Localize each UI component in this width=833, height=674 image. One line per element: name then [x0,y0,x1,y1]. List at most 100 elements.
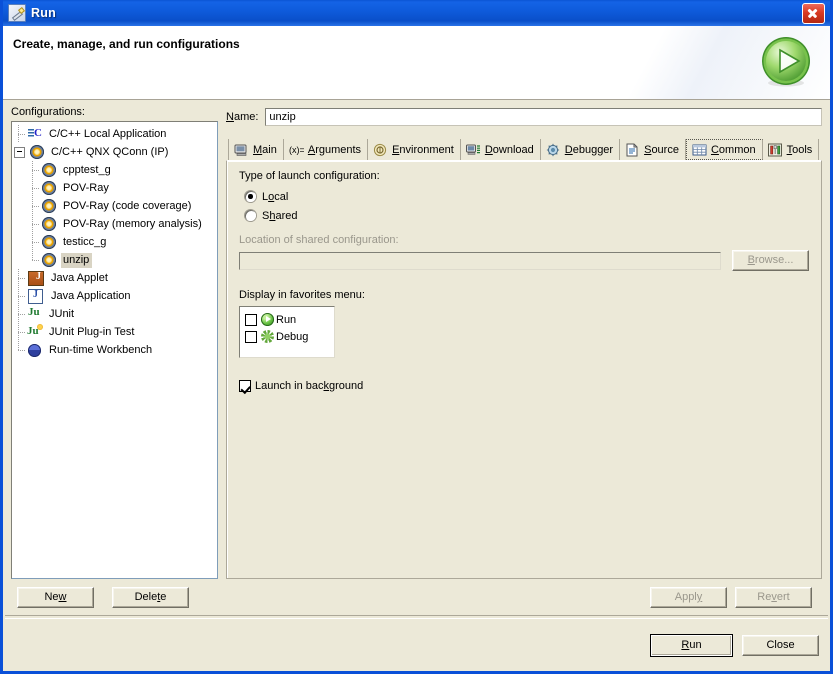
tree-item[interactable]: JUnit Plug-in Test [12,323,217,341]
download-icon [466,143,481,157]
tab-main[interactable]: Main [228,139,284,160]
radio-shared[interactable]: Shared [245,206,809,225]
tab-label: Debugger [565,144,613,156]
tab-label: Environment [392,144,454,156]
shared-location-input[interactable] [239,252,721,270]
computer-icon [234,143,249,157]
tree-item-label: testicc_g [61,235,109,250]
tree-item[interactable]: Run-time Workbench [12,341,217,359]
shared-location-row: Browse... [239,250,809,271]
tree-item[interactable]: Java Applet [12,269,217,287]
svg-text:(x)=: (x)= [289,145,304,155]
configurations-pane: Configurations: C/C++ Local ApplicationC… [11,106,218,579]
tab-label: Source [644,144,679,156]
tab-source[interactable]: Source [620,139,686,160]
qnx-gear-icon [42,235,56,249]
radio-local-indicator [245,191,256,202]
tree-collapse-toggle-icon[interactable] [14,147,25,158]
tree-item-label: JUnit Plug-in Test [47,325,137,340]
tree-item-label: POV-Ray [61,181,112,196]
tab-common[interactable]: Common [686,139,763,160]
tree-branch-line [14,287,27,305]
favorite-run-row[interactable]: Run [245,311,334,328]
tab-label: Common [711,144,756,156]
close-icon[interactable] [802,3,825,24]
radio-shared-indicator [245,210,256,221]
tab-environment[interactable]: Environment [368,139,461,160]
runtime-workbench-icon [28,344,41,357]
action-button-row: Run Close [3,619,830,671]
footer-button-row: New Delete Apply Revert [3,579,830,611]
close-button[interactable]: Close [742,635,819,656]
tree-item[interactable]: POV-Ray (memory analysis) [12,215,217,233]
run-dialog-window: Run Create, manage, and run configuratio… [0,0,833,674]
environment-icon [373,143,388,157]
tree-branch-line [28,251,41,269]
delete-button[interactable]: Delete [112,587,189,608]
tree-item[interactable]: unzip [12,251,217,269]
new-button[interactable]: New [17,587,94,608]
tree-item[interactable]: POV-Ray (code coverage) [12,197,217,215]
launch-in-background-checkbox[interactable] [239,380,251,392]
tree-item[interactable]: cpptest_g [12,161,217,179]
qnx-gear-icon [42,253,56,267]
radio-local[interactable]: Local [245,187,809,206]
favorites-list[interactable]: Run Debug [239,306,335,358]
tree-item[interactable]: POV-Ray [12,179,217,197]
launch-in-background-label: Launch in background [255,380,363,392]
run-button[interactable]: Run [650,634,733,657]
configurations-label: Configurations: [11,106,218,118]
radio-shared-label: Shared [262,210,298,222]
tree-branch-line [28,161,41,179]
tree-branch-line [14,125,27,143]
tree-item-label: Run-time Workbench [47,343,155,358]
qnx-gear-icon [42,163,56,177]
shared-location-label: Location of shared configuration: [239,234,809,246]
tree-item-label: unzip [61,253,92,268]
apply-button[interactable]: Apply [650,587,727,608]
tab-label: Arguments [308,144,361,156]
launch-in-background-row[interactable]: Launch in background [239,380,809,392]
browse-button[interactable]: Browse... [732,250,809,271]
tree-item[interactable]: testicc_g [12,233,217,251]
tree-item-label: POV-Ray (memory analysis) [61,217,205,232]
revert-button[interactable]: Revert [735,587,812,608]
tree-item-label: C/C++ QNX QConn (IP) [49,145,171,160]
tree-branch-line [28,233,41,251]
favorites-label: Display in favorites menu: [239,289,809,301]
tab-download[interactable]: Download [461,139,541,160]
favorite-debug-row[interactable]: Debug [245,328,334,345]
run-config-wand-icon [8,4,26,22]
name-input[interactable] [265,108,822,126]
tree-item[interactable]: C/C++ QNX QConn (IP) [12,143,217,161]
configurations-tree[interactable]: C/C++ Local Application C/C++ QNX QConn (… [11,121,218,579]
tab-tools[interactable]: Tools [763,139,820,160]
tree-branch-line [14,341,27,359]
green-run-play-icon [760,36,812,88]
tree-item-label: POV-Ray (code coverage) [61,199,194,214]
tab-strip: Main (x)= Arguments Environment Download Debu… [226,137,822,160]
tab-label: Download [485,144,534,156]
tree-item[interactable]: JUnit [12,305,217,323]
tree-item[interactable]: C/C++ Local Application [12,125,217,143]
tab-folder: Main (x)= Arguments Environment Download Debu… [226,137,822,579]
junit-plugin-test-icon [27,324,43,340]
tab-arguments[interactable]: (x)= Arguments [284,139,368,160]
tree-item-label: Java Applet [49,271,111,286]
favorite-run-checkbox[interactable] [245,314,257,326]
favorite-debug-checkbox[interactable] [245,331,257,343]
name-label: Name: [226,111,258,123]
tree-item-label: JUnit [47,307,77,322]
tree-item-label: cpptest_g [61,163,114,178]
page-title: Create, manage, and run configurations [13,37,240,51]
tab-label: Main [253,144,277,156]
tab-label: Tools [787,144,813,156]
tree-branch-line [14,305,27,323]
tools-icon [768,143,783,157]
tree-item[interactable]: Java Application [12,287,217,305]
tab-debugger[interactable]: Debugger [541,139,620,160]
launch-type-label: Type of launch configuration: [239,170,809,182]
dialog-body: Configurations: C/C++ Local ApplicationC… [3,100,830,579]
tree-branch-line [28,215,41,233]
common-grid-icon [692,143,707,157]
